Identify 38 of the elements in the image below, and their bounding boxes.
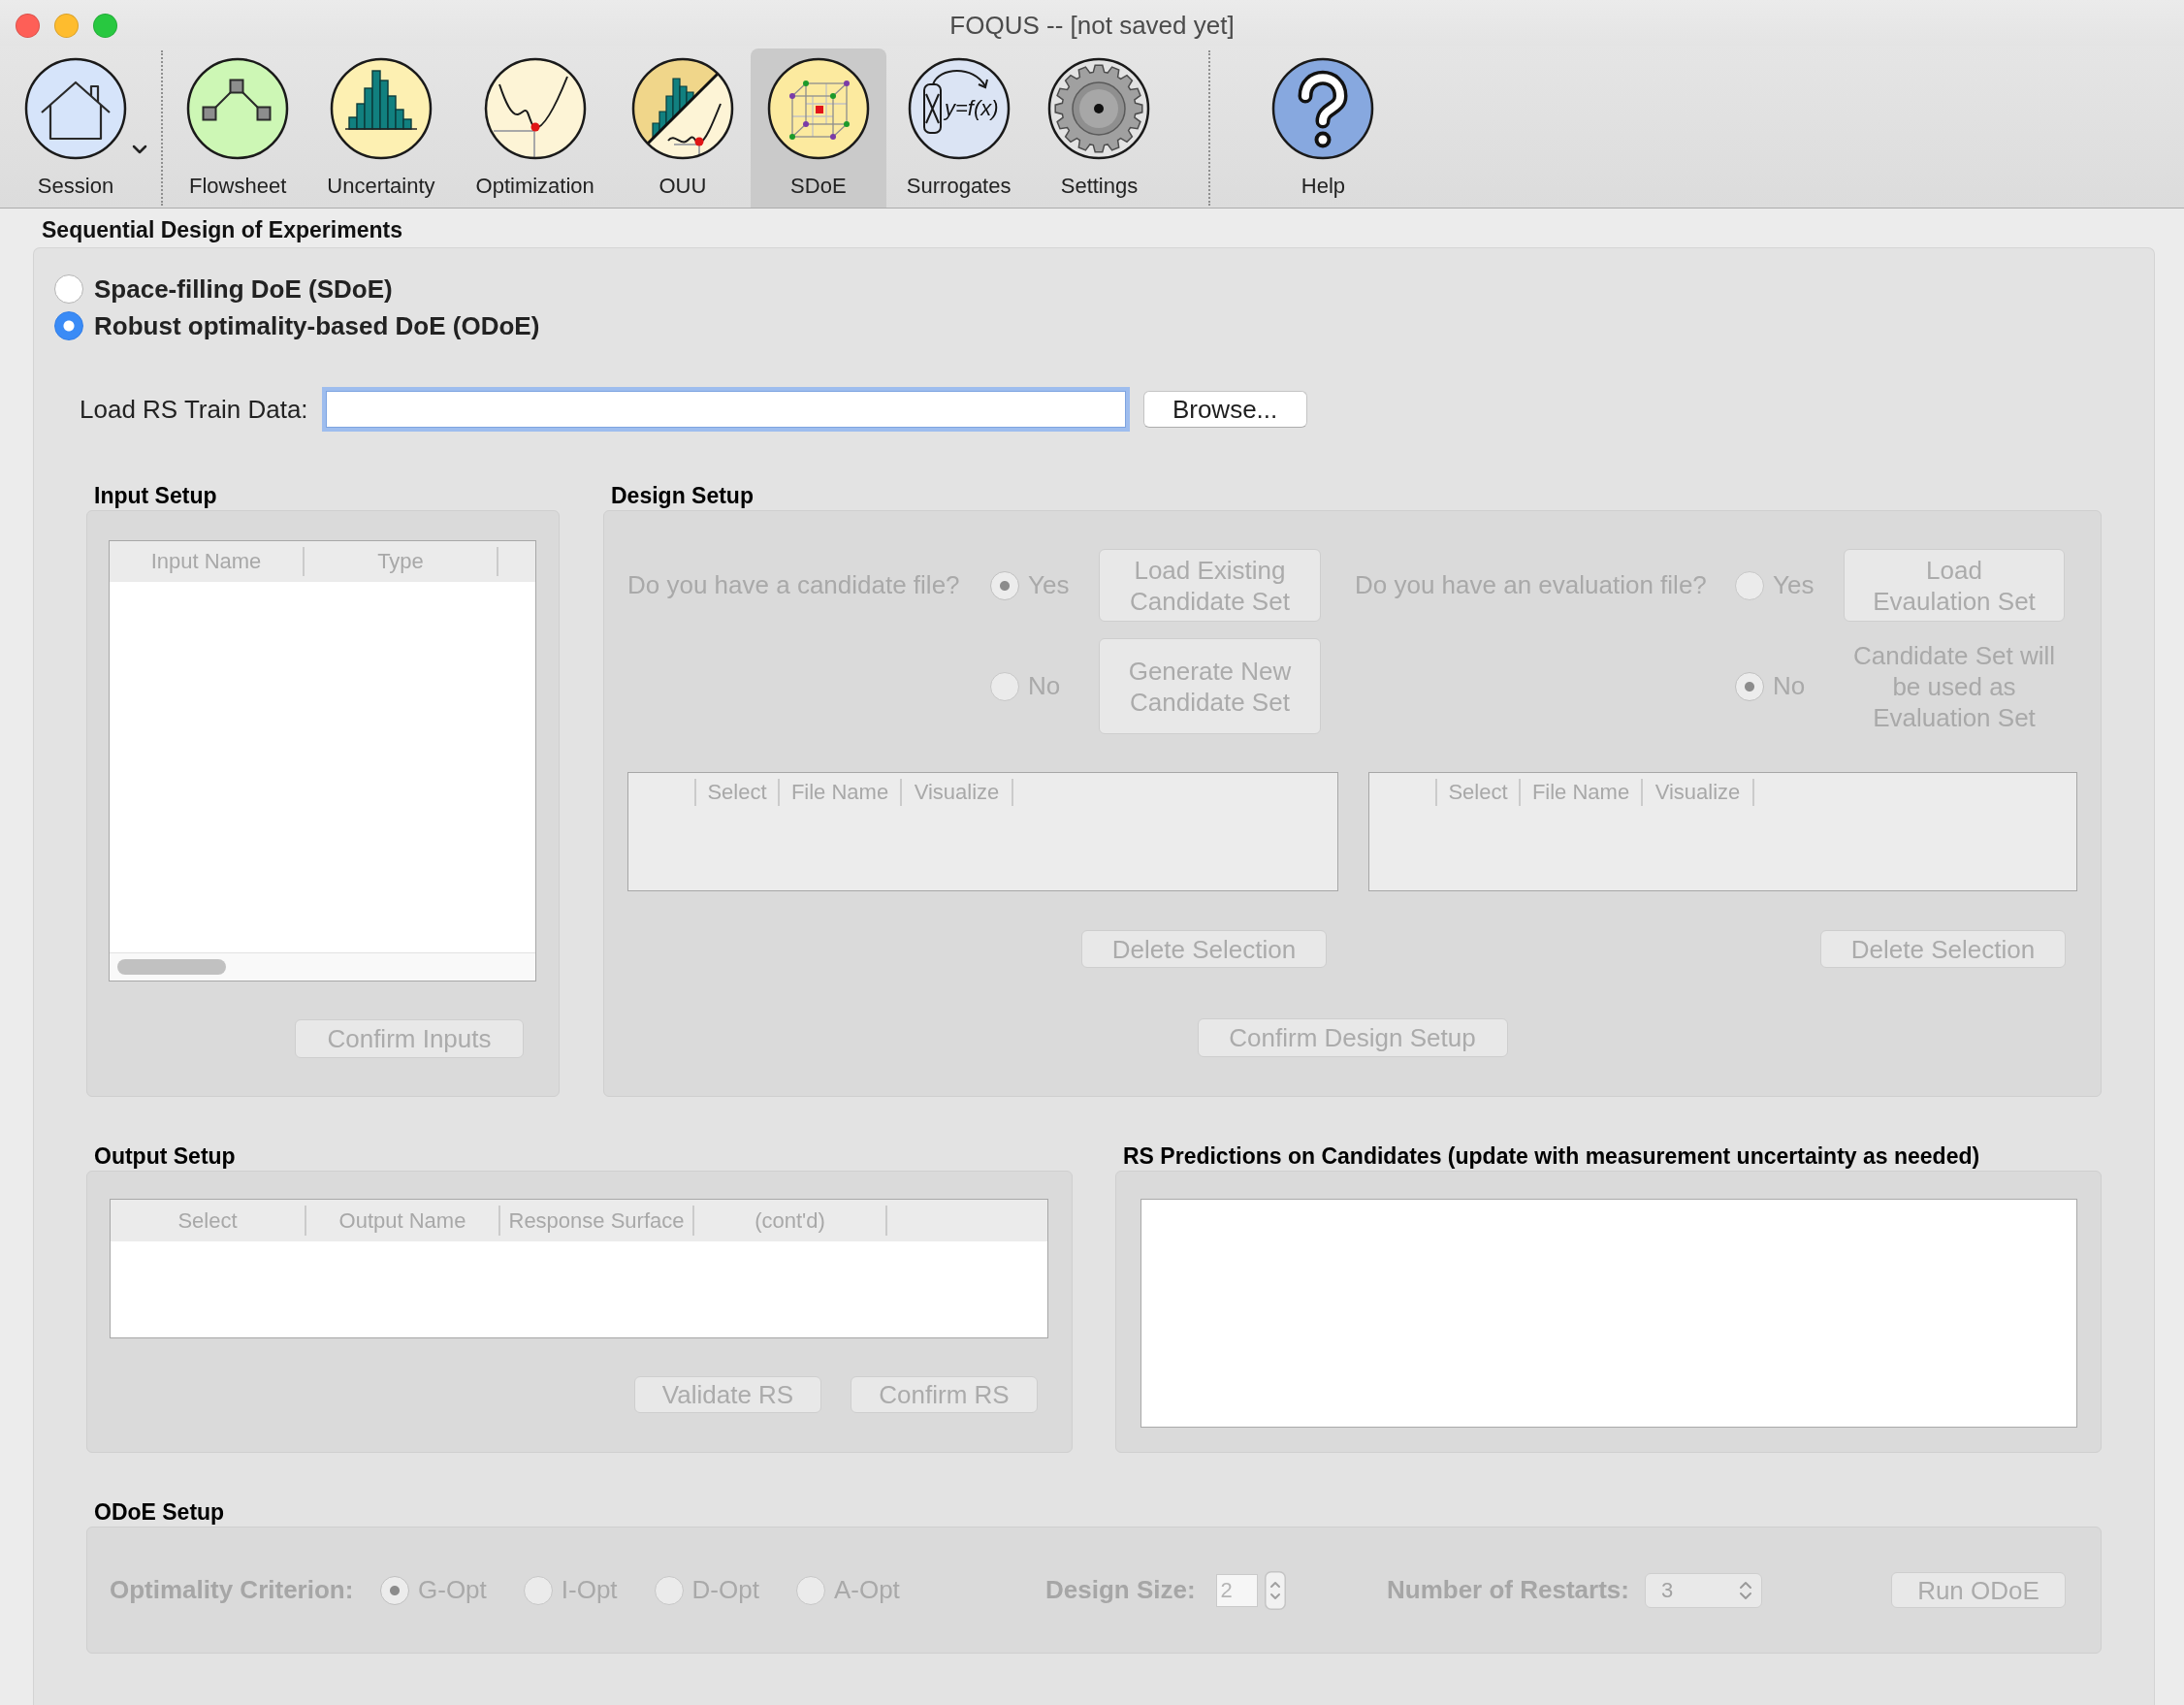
reactor-function-icon (908, 57, 1010, 160)
histogram-icon (330, 57, 433, 160)
curve-minimum-icon (484, 57, 586, 160)
toolbar-button[interactable]: Uncertainty (306, 48, 456, 208)
train-data-field[interactable] (321, 387, 1130, 432)
house-icon (24, 57, 127, 160)
radio-button[interactable] (54, 311, 83, 340)
page-title: Sequential Design of Experiments (42, 218, 402, 241)
caret-icon[interactable] (132, 145, 147, 154)
section-title: Input Setup (94, 483, 217, 508)
window-close-icon[interactable] (16, 13, 40, 38)
cube-grid-icon (767, 57, 870, 160)
toolbar-button[interactable]: Help (1255, 48, 1392, 208)
field-label: Load RS Train Data: (80, 394, 308, 425)
toolbar-button[interactable]: Settings (1031, 48, 1168, 208)
gear-icon (1048, 57, 1150, 160)
window-minimize-icon[interactable] (54, 13, 79, 38)
radio-label: Space-filling DoE (SDoE) (94, 273, 393, 305)
section-title: Output Setup (94, 1143, 236, 1169)
node-graph-icon (186, 57, 289, 160)
window-zoom-icon[interactable] (93, 13, 117, 38)
radio-label: Robust optimality-based DoE (ODoE) (94, 310, 540, 341)
help-icon (1272, 57, 1374, 160)
section-title: RS Predictions on Candidates (update with measurement uncertainty as needed) (1123, 1143, 1980, 1169)
toolbar-button[interactable]: Flowsheet (169, 48, 307, 208)
section-title: ODoE Setup (94, 1499, 225, 1525)
toolbar-button[interactable]: Session (8, 48, 155, 208)
formula-label: y=f(x) (944, 96, 999, 120)
window-title: FOQUS -- [not saved yet] (949, 10, 1235, 41)
toolbar-button[interactable]: Optimization (455, 48, 615, 208)
toolbar-button[interactable]: SDoE (750, 48, 886, 208)
histogram-curve-icon (631, 57, 734, 160)
toolbar-button[interactable]: y=f(x) Surrogates (885, 48, 1032, 208)
section-title: Design Setup (611, 483, 754, 508)
toolbar-button[interactable]: OUU (614, 48, 751, 208)
browse-button[interactable]: Browse... (1142, 391, 1307, 428)
updown-chevron-icon (1738, 1579, 1752, 1601)
radio-button[interactable] (54, 274, 83, 304)
